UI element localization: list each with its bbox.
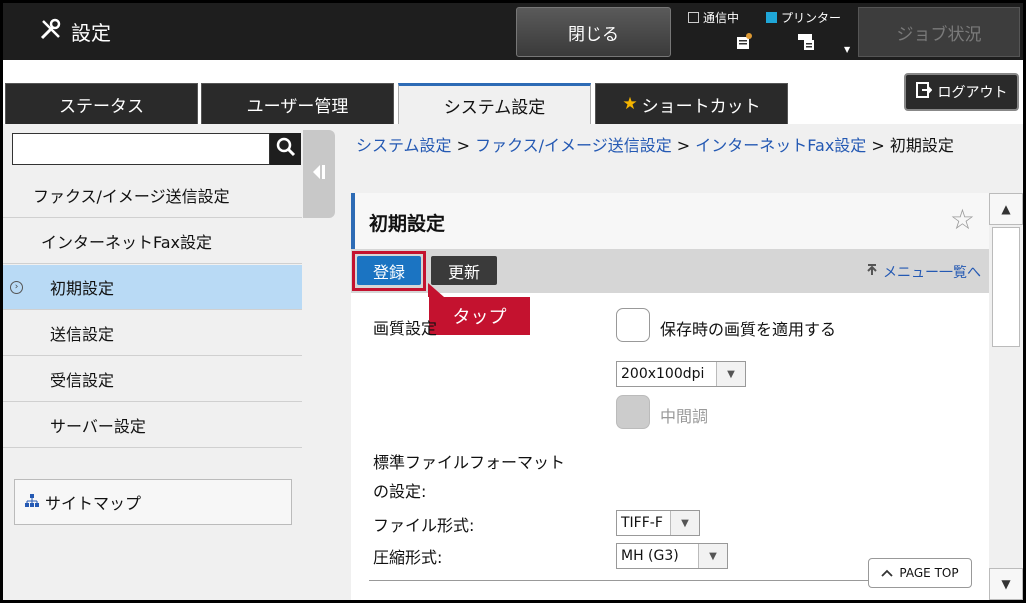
sidebar-item-label: 受信設定 (50, 371, 115, 390)
breadcrumb-link[interactable]: インターネットFax設定 (695, 136, 866, 155)
job-status-button[interactable]: ジョブ状況 (858, 7, 1020, 57)
file-type-select[interactable]: TIFF-F ▼ (616, 510, 700, 536)
resolution-value: 200x100dpi (621, 366, 705, 382)
apply-quality-label: 保存時の画質を適用する (660, 320, 837, 339)
collapse-left-icon (311, 163, 327, 185)
settings-panel: 初期設定 ☆ 登録 更新 メニュー一覧へ タップ 画質設定 保存時の画質を適用す… (351, 193, 989, 600)
return-arrow-icon (865, 263, 879, 281)
quality-label: 画質設定 (373, 319, 438, 338)
device-status: 通信中 プリンター ▼ (686, 7, 856, 57)
tools-icon (39, 17, 63, 46)
breadcrumb-separator: > (451, 136, 476, 155)
sidebar: ファクス/イメージ送信設定 インターネットFax設定 › 初期設定 送信設定 受… (3, 124, 303, 600)
std-format-label-2: の設定: (373, 482, 427, 501)
scroll-up-button[interactable]: ▲ (989, 193, 1023, 225)
tap-callout: タップ (428, 283, 530, 335)
scroll-thumb[interactable] (992, 227, 1020, 347)
panel-header: 初期設定 ☆ (351, 193, 989, 249)
printer-label: プリンター (781, 11, 842, 25)
close-button[interactable]: 閉じる (516, 7, 671, 57)
breadcrumb-link[interactable]: システム設定 (356, 136, 452, 155)
tab-shortcut-label: ショートカット (641, 96, 761, 117)
status-dropdown-icon[interactable]: ▼ (844, 45, 850, 54)
comm-indicator (688, 12, 699, 23)
tab-shortcut[interactable]: ★ ショートカット (595, 83, 788, 124)
sidebar-item-internet-fax[interactable]: インターネットFax設定 (3, 219, 302, 264)
tab-user-management[interactable]: ユーザー管理 (201, 83, 394, 124)
tab-status[interactable]: ステータス (5, 83, 198, 124)
scrollbar[interactable]: ▲ ▼ (989, 193, 1023, 600)
printer-status-icon (796, 31, 818, 54)
file-type-value: TIFF-F (621, 515, 663, 531)
resolution-select[interactable]: 200x100dpi ▼ (616, 361, 746, 387)
compression-select[interactable]: MH (G3) ▼ (616, 543, 728, 569)
breadcrumb-current: 初期設定 (889, 136, 954, 155)
highlight-frame (352, 251, 426, 291)
sidebar-item-label: サーバー設定 (50, 417, 146, 436)
apply-quality-checkbox[interactable] (616, 308, 650, 342)
triangle-up-icon: ▲ (1001, 202, 1011, 216)
app-window: 設定 閉じる 通信中 プリンター ▼ ジョブ状況 ステータス ユーザー管理 シス… (3, 3, 1023, 600)
chevron-down-icon: ▼ (670, 511, 699, 535)
breadcrumb-separator: > (866, 136, 890, 155)
sitemap-label: サイトマップ (45, 494, 142, 513)
sidebar-item-send-settings[interactable]: 送信設定 (3, 311, 302, 356)
tab-system-settings[interactable]: システム設定 (398, 83, 591, 125)
chevron-down-icon: ▼ (716, 362, 745, 386)
chevron-right-circle-icon: › (10, 280, 23, 294)
menu-list-link[interactable]: メニュー一覧へ (865, 262, 981, 282)
menu-list-label: メニュー一覧へ (883, 265, 981, 281)
halftone-checkbox (616, 395, 650, 429)
halftone-label: 中間調 (660, 407, 709, 426)
logout-button[interactable]: ログアウト (904, 73, 1019, 111)
search-button[interactable] (270, 133, 301, 165)
search-icon (276, 137, 296, 161)
sidebar-item-label: ファクス/イメージ送信設定 (33, 187, 230, 206)
app-title: 設定 (39, 17, 111, 46)
page-top-label: PAGE TOP (899, 566, 959, 580)
collapse-sidebar-button[interactable] (303, 130, 335, 218)
update-button[interactable]: 更新 (431, 256, 497, 285)
logout-icon (915, 82, 932, 102)
triangle-down-icon: ▼ (1001, 577, 1011, 591)
page-title: 初期設定 (369, 213, 446, 235)
std-format-label: 標準ファイルフォーマット (373, 453, 566, 472)
sidebar-item-initial-settings[interactable]: › 初期設定 (3, 265, 302, 310)
printer-indicator (766, 12, 777, 23)
breadcrumb-separator: > (671, 136, 696, 155)
star-filled-icon: ★ (622, 94, 638, 114)
compression-label: 圧縮形式: (373, 548, 443, 567)
app-title-text: 設定 (71, 21, 111, 45)
breadcrumb-link[interactable]: ファクス/イメージ送信設定 (475, 136, 672, 155)
compression-value: MH (G3) (621, 548, 679, 564)
action-toolbar: 登録 更新 メニュー一覧へ (351, 249, 989, 293)
chevron-down-icon: ▼ (698, 544, 727, 568)
sidebar-item-label: 送信設定 (50, 325, 115, 344)
top-bar: 設定 閉じる 通信中 プリンター ▼ ジョブ状況 (3, 3, 1023, 60)
sitemap-button[interactable]: サイトマップ (14, 479, 292, 525)
sidebar-item-receive-settings[interactable]: 受信設定 (3, 357, 302, 402)
comm-label: 通信中 (703, 11, 740, 25)
chevron-up-icon (881, 566, 894, 580)
sidebar-item-label: 初期設定 (50, 279, 115, 298)
fax-status-icon (734, 31, 754, 54)
breadcrumb: システム設定 > ファクス/イメージ送信設定 > インターネットFax設定 > … (356, 132, 1011, 159)
page-top-button[interactable]: PAGE TOP (868, 558, 972, 588)
search-input[interactable] (12, 133, 270, 165)
scroll-down-button[interactable]: ▼ (989, 568, 1023, 600)
file-type-label: ファイル形式: (373, 516, 475, 535)
favorite-star-icon[interactable]: ☆ (950, 203, 975, 236)
sidebar-item-label: インターネットFax設定 (41, 233, 213, 252)
sidebar-item-server-settings[interactable]: サーバー設定 (3, 403, 302, 448)
sidebar-item-fax-image-send[interactable]: ファクス/イメージ送信設定 (3, 173, 302, 218)
content-area: ファクス/イメージ送信設定 インターネットFax設定 › 初期設定 送信設定 受… (3, 124, 1023, 600)
logout-label: ログアウト (937, 85, 1008, 101)
sitemap-icon (25, 493, 39, 512)
